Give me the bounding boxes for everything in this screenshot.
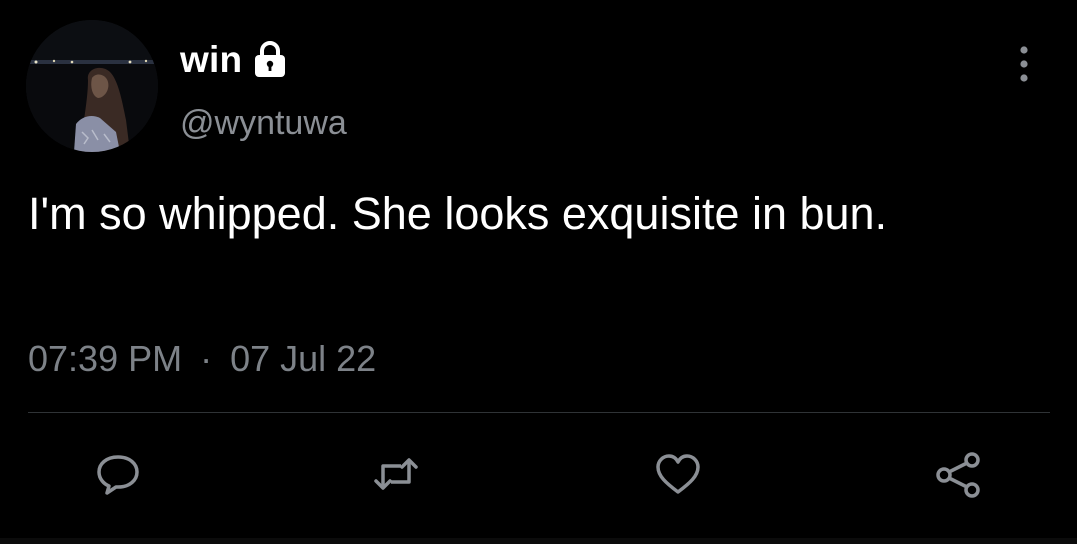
retweet-arrows-icon — [374, 458, 418, 490]
tweet-text: I'm so whipped. She looks exquisite in b… — [28, 188, 888, 239]
tweet-card: win @wyntuwa I'm so whipped. She looks e… — [0, 0, 1077, 544]
user-handle[interactable]: @wyntuwa — [180, 104, 347, 143]
share-nodes-icon — [936, 452, 980, 498]
tweet-date: 07 Jul 22 — [230, 338, 377, 379]
name-row: win — [180, 38, 290, 82]
share-button[interactable] — [928, 444, 988, 504]
divider — [28, 412, 1050, 413]
meta-separator: · — [200, 338, 213, 379]
like-button[interactable] — [648, 444, 708, 504]
reply-button[interactable] — [88, 444, 148, 504]
more-options-icon[interactable] — [1010, 44, 1038, 84]
tweet-timestamp[interactable]: 07:39 PM · 07 Jul 22 — [28, 338, 376, 380]
lock-icon — [250, 39, 290, 79]
heart-outline-icon — [656, 454, 700, 494]
action-bar — [0, 444, 1077, 514]
retweet-button[interactable] — [366, 444, 426, 504]
display-name[interactable]: win — [180, 39, 242, 81]
tweet-time: 07:39 PM — [28, 338, 183, 379]
avatar[interactable] — [26, 20, 158, 152]
speech-bubble-icon — [97, 455, 139, 495]
avatar-photo — [26, 20, 158, 152]
bottom-edge — [0, 538, 1077, 544]
